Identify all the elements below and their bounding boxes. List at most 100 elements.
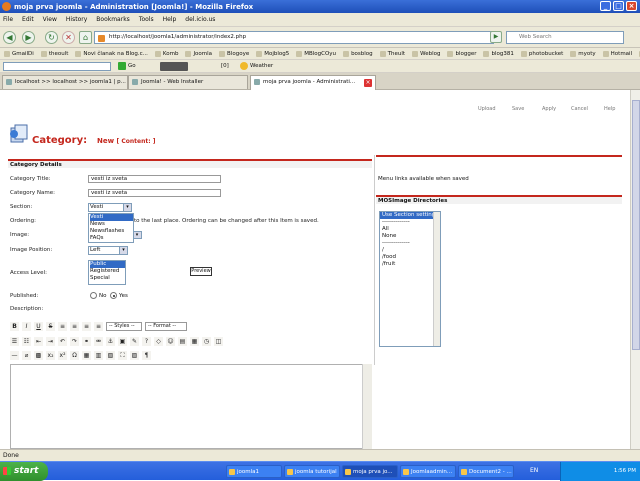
- directory-option[interactable]: /fruit: [380, 261, 440, 268]
- media-icon[interactable]: ▤: [178, 337, 187, 346]
- maximize-button[interactable]: □: [613, 1, 624, 11]
- bookmark-item[interactable]: blogger: [447, 50, 476, 57]
- align-left-icon[interactable]: ≡: [58, 322, 67, 331]
- cancel-button[interactable]: Cancel: [571, 106, 588, 112]
- menu-file[interactable]: File: [3, 16, 13, 23]
- bookmark-item[interactable]: Komb: [154, 50, 178, 57]
- bookmark-item[interactable]: Theult: [379, 50, 405, 57]
- align-justify-icon[interactable]: ≡: [94, 322, 103, 331]
- access-option[interactable]: Registered: [90, 268, 125, 275]
- go-icon[interactable]: [118, 62, 126, 70]
- bookmark-item[interactable]: GmailDi: [4, 50, 34, 57]
- directory-option[interactable]: None: [380, 233, 440, 240]
- tab-localhost[interactable]: localhost >> localhost >> joomla1 | p...: [2, 75, 128, 89]
- image-icon[interactable]: ▣: [118, 337, 127, 346]
- bookmark-item[interactable]: photobucket: [520, 50, 563, 57]
- chevron-down-icon[interactable]: ▾: [123, 204, 131, 211]
- pilcrow-icon[interactable]: ¶: [142, 351, 151, 360]
- start-button[interactable]: start: [0, 462, 48, 481]
- back-button[interactable]: ◀: [3, 31, 16, 44]
- bookmark-item[interactable]: Mojblog5: [256, 50, 289, 57]
- save-button[interactable]: Save: [512, 106, 524, 112]
- format-select[interactable]: -- Format --: [145, 322, 187, 331]
- bookmark-item[interactable]: Blogoye: [219, 50, 249, 57]
- preview-icon[interactable]: ◫: [214, 337, 223, 346]
- hr-icon[interactable]: —: [10, 351, 19, 360]
- tab-close-icon[interactable]: ×: [364, 79, 372, 87]
- access-level-list[interactable]: Public Registered Special: [88, 260, 126, 285]
- address-bar[interactable]: http://localhost/joomla1/administrator/i…: [94, 31, 494, 44]
- styles-select[interactable]: -- Styles --: [106, 322, 142, 331]
- bookmark-item[interactable]: Novi članak na Blog.c...: [75, 50, 148, 57]
- bookmark-item[interactable]: Joomla: [185, 50, 212, 57]
- chevron-down-icon[interactable]: ▾: [119, 247, 127, 254]
- help-button[interactable]: Help: [604, 106, 615, 112]
- menu-delicious[interactable]: del.icio.us: [185, 16, 215, 23]
- scrollbar-thumb[interactable]: [632, 100, 640, 350]
- help-icon[interactable]: ?: [142, 337, 151, 346]
- forward-button[interactable]: ▶: [22, 31, 35, 44]
- menu-tools[interactable]: Tools: [139, 16, 154, 23]
- stop-button[interactable]: ✕: [62, 31, 75, 44]
- superscript-icon[interactable]: x²: [58, 351, 67, 360]
- redo-icon[interactable]: ↷: [70, 337, 79, 346]
- toolbar-search-input[interactable]: [3, 62, 111, 71]
- minimize-button[interactable]: _: [600, 1, 611, 11]
- visual-aid-icon[interactable]: ▩: [34, 351, 43, 360]
- outdent-icon[interactable]: ⇤: [34, 337, 43, 346]
- taskbar-item[interactable]: Document2 - ...: [458, 465, 514, 478]
- editor-scrollbar[interactable]: [362, 364, 372, 449]
- access-option[interactable]: Special: [90, 275, 125, 282]
- charmap-icon[interactable]: Ω: [70, 351, 79, 360]
- access-option[interactable]: Public: [90, 261, 125, 268]
- close-window-button[interactable]: ×: [626, 1, 637, 11]
- weather-label[interactable]: Weather: [250, 63, 273, 69]
- published-yes-radio[interactable]: [110, 292, 117, 299]
- description-editor[interactable]: [10, 364, 372, 449]
- strikethrough-button[interactable]: S: [46, 322, 55, 331]
- bookmark-item[interactable]: MBlogCOyu: [296, 50, 336, 57]
- time-icon[interactable]: ◷: [202, 337, 211, 346]
- html-source-icon[interactable]: ◇: [154, 337, 163, 346]
- date-icon[interactable]: ▦: [190, 337, 199, 346]
- section-option[interactable]: Vesti: [90, 214, 133, 221]
- reload-button[interactable]: ↻: [45, 31, 58, 44]
- upload-button[interactable]: Upload: [478, 106, 496, 112]
- link-icon[interactable]: ⚭: [82, 337, 91, 346]
- bullet-list-icon[interactable]: ☰: [10, 337, 19, 346]
- taskbar-item[interactable]: moja prva jo...: [342, 465, 398, 478]
- section-select[interactable]: Vesti ▾: [88, 203, 132, 212]
- numbered-list-icon[interactable]: ☷: [22, 337, 31, 346]
- section-option[interactable]: News: [90, 221, 133, 228]
- preview-button[interactable]: Preview: [190, 267, 212, 276]
- align-right-icon[interactable]: ≡: [82, 322, 91, 331]
- page-scrollbar[interactable]: [630, 90, 640, 449]
- bookmark-item[interactable]: myoty: [570, 50, 596, 57]
- directory-option[interactable]: /: [380, 247, 440, 254]
- published-no-radio[interactable]: [90, 292, 97, 299]
- undo-icon[interactable]: ↶: [58, 337, 67, 346]
- toolbar-widget[interactable]: [160, 62, 188, 71]
- taskbar-item[interactable]: joomla tutorijal: [284, 465, 340, 478]
- bookmark-item[interactable]: theoult: [40, 50, 68, 57]
- bold-button[interactable]: B: [10, 322, 19, 331]
- cleanup-icon[interactable]: ✎: [130, 337, 139, 346]
- image-position-select[interactable]: Left ▾: [88, 246, 128, 255]
- section-option[interactable]: Newsflashes: [90, 228, 133, 235]
- taskbar-item[interactable]: joomla1: [226, 465, 282, 478]
- layer-icon[interactable]: ▨: [130, 351, 139, 360]
- category-name-input[interactable]: vesti iz sveta: [88, 189, 221, 197]
- bookmark-item[interactable]: bosblog: [343, 50, 373, 57]
- directory-option[interactable]: Use Section settings: [380, 212, 440, 219]
- anchor-icon[interactable]: ⚓: [106, 337, 115, 346]
- go-label[interactable]: Go: [128, 63, 136, 69]
- align-center-icon[interactable]: ≡: [70, 322, 79, 331]
- go-button[interactable]: ▶: [490, 31, 502, 43]
- bookmark-item[interactable]: Weblog: [412, 50, 440, 57]
- menu-edit[interactable]: Edit: [22, 16, 34, 23]
- menu-history[interactable]: History: [66, 16, 87, 23]
- emotions-icon[interactable]: ☺: [166, 337, 175, 346]
- search-input[interactable]: Web Search: [506, 31, 624, 44]
- category-title-input[interactable]: vesti iz sveta: [88, 175, 221, 183]
- directory-option[interactable]: All: [380, 226, 440, 233]
